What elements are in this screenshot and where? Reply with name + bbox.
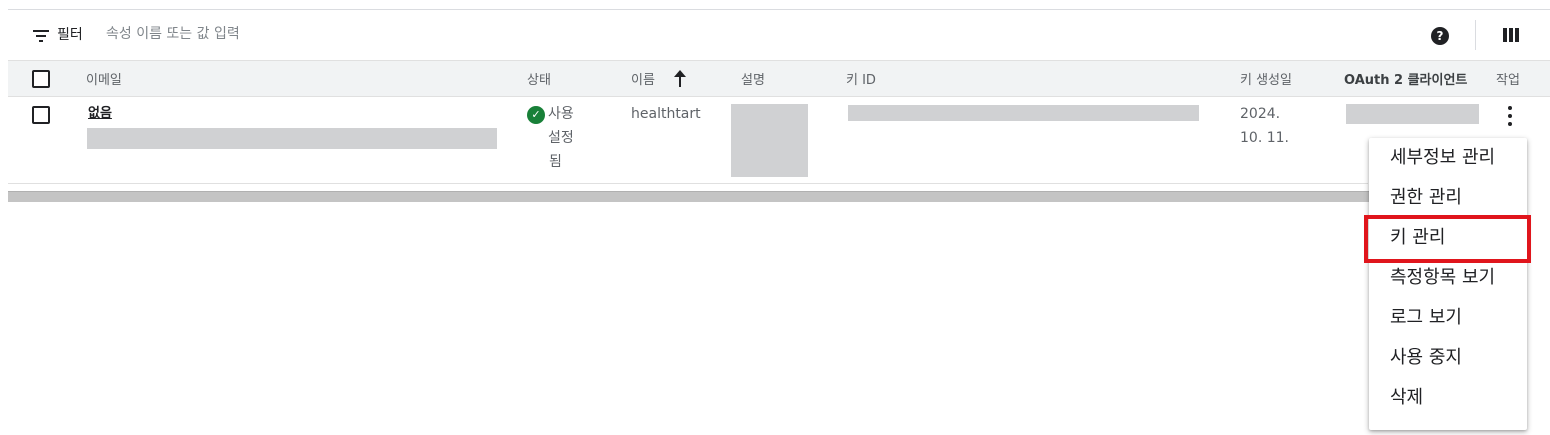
menu-item-delete[interactable]: 삭제 <box>1369 378 1527 418</box>
redacted-description <box>731 104 808 177</box>
header-email[interactable]: 이메일 <box>86 69 122 88</box>
header-name[interactable]: 이름 <box>631 69 655 88</box>
row-divider <box>8 183 1368 184</box>
highlight-box <box>1364 215 1531 263</box>
column-display-icon[interactable] <box>1503 28 1519 42</box>
more-vert-icon[interactable] <box>1504 104 1516 128</box>
horizontal-scrollbar[interactable] <box>8 191 1370 202</box>
toolbar-divider <box>1475 20 1476 50</box>
menu-item-view-metrics[interactable]: 측정항목 보기 <box>1369 258 1527 298</box>
filter-bar: 필터 ? <box>0 10 1550 60</box>
filter-label[interactable]: 필터 <box>57 24 83 44</box>
row-action-menu: 세부정보 관리 권한 관리 키 관리 측정항목 보기 로그 보기 사용 중지 삭… <box>1369 138 1527 430</box>
row-checkbox[interactable] <box>32 106 50 124</box>
redacted-oauth-client <box>1346 104 1479 124</box>
help-circle-icon[interactable]: ? <box>1431 27 1449 45</box>
row-status: 사용 설정 됨 <box>548 106 574 170</box>
menu-item-disable[interactable]: 사용 중지 <box>1369 338 1527 378</box>
header-actions: 작업 <box>1496 73 1520 88</box>
menu-item-manage-permissions[interactable]: 권한 관리 <box>1369 178 1527 218</box>
header-key-id[interactable]: 키 ID <box>846 69 876 88</box>
header-status[interactable]: 상태 <box>527 69 551 88</box>
redacted-key-id <box>848 105 1199 121</box>
filter-list-icon[interactable] <box>33 30 49 42</box>
header-key-created[interactable]: 키 생성일 <box>1240 69 1292 88</box>
row-email-prefix[interactable]: 없음 <box>88 102 112 126</box>
arrow-up-icon[interactable] <box>672 70 688 88</box>
header-oauth-client[interactable]: OAuth 2 클라이언트 <box>1344 69 1467 88</box>
check-circle-icon: ✓ <box>527 106 545 124</box>
menu-item-manage-details[interactable]: 세부정보 관리 <box>1369 138 1527 178</box>
menu-item-view-logs[interactable]: 로그 보기 <box>1369 298 1527 338</box>
redacted-email <box>87 128 497 149</box>
header-description[interactable]: 설명 <box>741 69 765 88</box>
table-header: 이메일 상태 이름 설명 키 ID 키 생성일 OAuth 2 클라이언트 작업 <box>8 60 1550 97</box>
row-name[interactable]: healthtart <box>631 102 701 126</box>
filter-input[interactable] <box>106 22 706 46</box>
select-all-checkbox[interactable] <box>32 70 50 88</box>
row-key-created: 2024. 10. 11. <box>1240 106 1289 146</box>
